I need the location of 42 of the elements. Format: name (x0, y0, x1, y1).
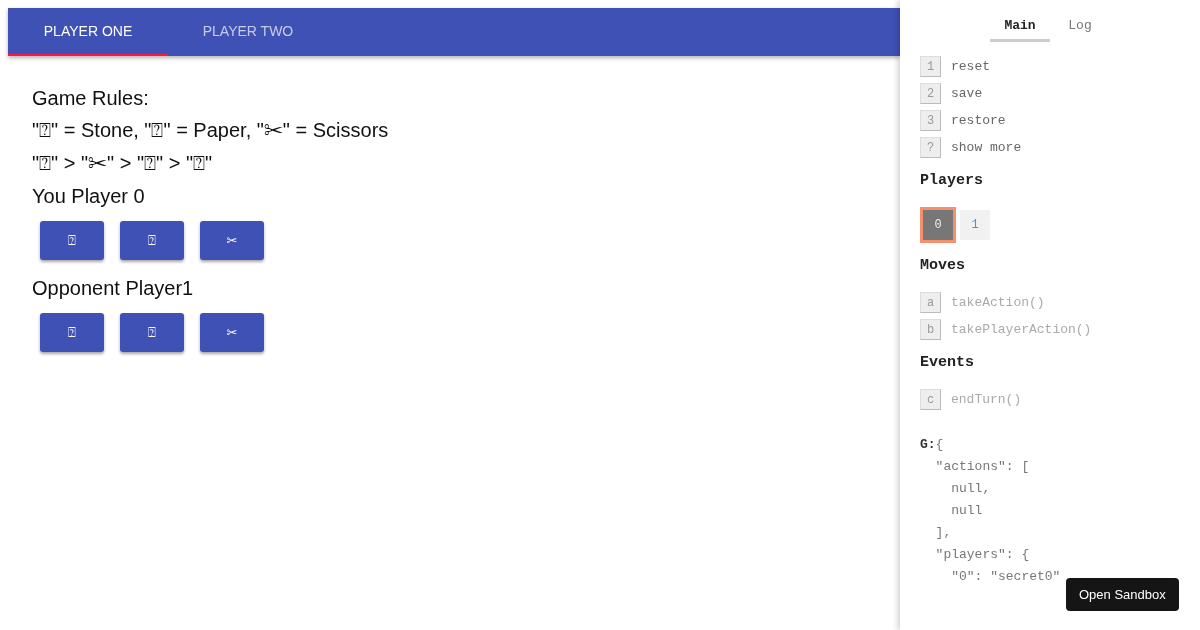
control-label[interactable]: reset (951, 59, 990, 74)
rules-legend: "⍰" = Stone, "⍰" = Paper, "✂" = Scissors (32, 114, 900, 147)
move-button[interactable]: ⍰ (120, 221, 184, 260)
move-button[interactable]: ✂ (200, 313, 264, 352)
hotkey-button[interactable]: 3 (920, 110, 941, 131)
hotkey-button[interactable]: b (920, 319, 941, 340)
player-tab[interactable]: PLAYER TWO (168, 8, 328, 56)
state-code: "players": { (934, 547, 1030, 562)
section-heading: Events (920, 354, 975, 371)
hotkey-button[interactable]: 2 (920, 83, 941, 104)
player-label: You Player 0 (32, 184, 146, 209)
open-sandbox-button[interactable]: Open Sandbox (1066, 578, 1179, 611)
control-label[interactable]: show more (951, 140, 1022, 155)
player-button[interactable]: 1 (960, 210, 990, 240)
hotkey-button[interactable]: a (920, 292, 941, 313)
control-label[interactable]: save (951, 86, 983, 101)
player-button[interactable]: 0 (920, 207, 956, 243)
rules-order: "⍰" > "✂" > "⍰" > "⍰" (32, 151, 214, 176)
hotkey-button[interactable]: 1 (920, 56, 941, 77)
debug-tab[interactable]: Log (1050, 16, 1110, 42)
state-code: null, (950, 481, 991, 496)
move-label[interactable]: takePlayerAction() (951, 322, 1092, 337)
move-label[interactable]: takeAction() (951, 295, 1045, 310)
move-button[interactable]: ⍰ (40, 221, 104, 260)
debug-tab[interactable]: Main (990, 16, 1050, 42)
rules-heading: Game Rules: (32, 86, 150, 111)
state-code: { (935, 437, 944, 452)
state-code: "actions": [ (934, 459, 1030, 474)
state-code: ], (934, 525, 952, 540)
section-heading: Moves (920, 257, 966, 274)
control-label[interactable]: restore (951, 113, 1006, 128)
hotkey-button[interactable]: ? (920, 137, 941, 158)
state-code: null (950, 503, 983, 518)
move-button[interactable]: ⍰ (40, 313, 104, 352)
move-button[interactable]: ✂ (200, 221, 264, 260)
state-key: G: (920, 437, 936, 452)
player-tab[interactable]: PLAYER ONE (8, 8, 168, 56)
state-code: "0": "secret0" (950, 569, 1061, 584)
move-button[interactable]: ⍰ (120, 313, 184, 352)
player-label: Opponent Player1 (32, 276, 195, 301)
hotkey-button[interactable]: c (920, 389, 941, 410)
section-heading: Players (920, 172, 984, 189)
